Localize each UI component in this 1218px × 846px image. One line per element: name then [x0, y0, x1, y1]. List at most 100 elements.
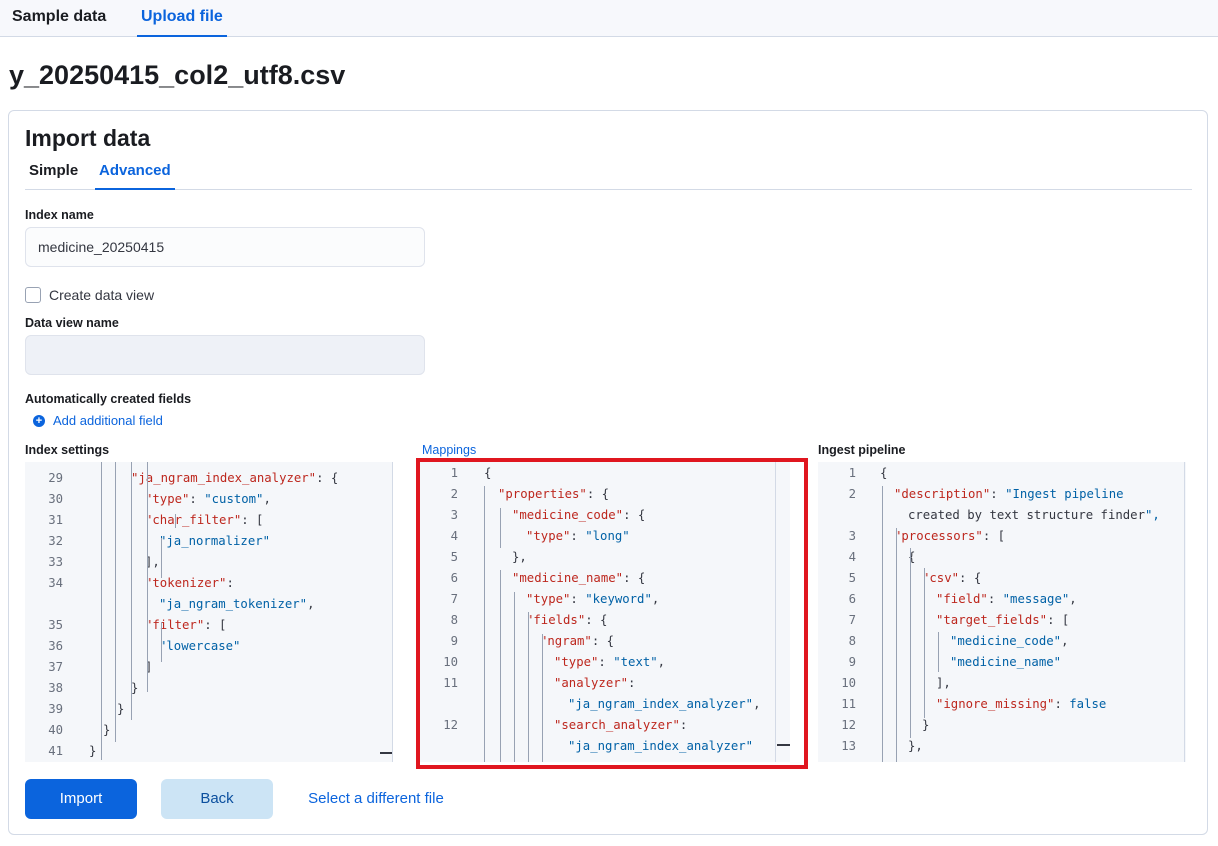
indent-guide	[896, 528, 897, 762]
code-line: 41}	[25, 741, 393, 762]
back-button[interactable]: Back	[161, 779, 273, 819]
line-number: 5	[848, 571, 856, 585]
indent-guide	[924, 568, 925, 718]
create-data-view-label: Create data view	[49, 287, 155, 303]
code-text: "filter": [	[145, 618, 227, 632]
auto-fields-label: Automatically created fields	[25, 392, 192, 406]
line-number: 34	[48, 576, 63, 590]
code-line: 31 "char_filter": [	[25, 510, 393, 531]
code-line: "ja_ngram_tokenizer",	[25, 594, 393, 615]
code-text: },	[908, 739, 923, 753]
line-number: 40	[48, 723, 63, 737]
scrollbar-track[interactable]	[1184, 462, 1185, 762]
indent-guide	[882, 486, 883, 762]
ingest-pipeline-label: Ingest pipeline	[818, 443, 906, 457]
code-line: 37]	[25, 657, 393, 678]
code-line: 39}	[25, 699, 393, 720]
code-text: }	[117, 702, 125, 716]
index-settings-editor[interactable]: 29 "ja_ngram_index_analyzer": {30 "type": …	[25, 462, 393, 762]
line-number: 41	[48, 744, 63, 758]
code-text: "ja_ngram_tokenizer",	[159, 597, 315, 611]
code-line: 29 "ja_ngram_index_analyzer": {	[25, 468, 393, 489]
code-text: }	[89, 744, 97, 758]
code-text: "lowercase"	[159, 639, 241, 653]
index-name-label: Index name	[25, 208, 94, 222]
mappings-highlight-box	[416, 458, 808, 769]
code-line: 34 "tokenizer":	[25, 573, 393, 594]
code-line: created by text structure finder",	[818, 505, 1186, 526]
code-text: created by text structure finder",	[908, 508, 1160, 522]
tab-upload-file[interactable]: Upload file	[137, 0, 227, 37]
index-name-input[interactable]: medicine_20250415	[25, 227, 425, 267]
indent-guide	[938, 632, 939, 672]
line-number: 7	[848, 613, 856, 627]
data-view-name-input[interactable]	[25, 335, 425, 375]
code-text: "type": "custom",	[145, 492, 271, 506]
import-button[interactable]: Import	[25, 779, 137, 819]
line-number: 4	[848, 550, 856, 564]
code-text: "field": "message",	[936, 592, 1077, 606]
code-text: "ja_ngram_index_analyzer": {	[131, 471, 339, 485]
code-text: "csv": {	[922, 571, 982, 585]
code-line: 8 "medicine_code",	[818, 631, 1186, 652]
line-number: 9	[848, 655, 856, 669]
line-number: 33	[48, 555, 63, 569]
indent-guide	[115, 462, 116, 742]
code-line: 10],	[818, 673, 1186, 694]
code-line: 13},	[818, 736, 1186, 757]
code-line: 38}	[25, 678, 393, 699]
code-line: 4{	[818, 547, 1186, 568]
indent-guide	[131, 462, 132, 720]
line-number: 12	[841, 718, 856, 732]
code-line: 32 "ja_normalizer"	[25, 531, 393, 552]
ingest-pipeline-editor[interactable]: 1 {2 "description": "Ingest pipeline create…	[818, 462, 1186, 762]
add-additional-field-button[interactable]: + Add additional field	[33, 413, 163, 428]
code-line: 30 "type": "custom",	[25, 489, 393, 510]
scrollbar-track[interactable]	[392, 462, 393, 762]
indent-guide	[147, 462, 148, 692]
code-text: "medicine_code",	[950, 634, 1069, 648]
code-line: 9 "medicine_name"	[818, 652, 1186, 673]
code-line: 6 "field": "message",	[818, 589, 1186, 610]
indent-guide	[101, 462, 102, 760]
mappings-label: Mappings	[422, 443, 477, 457]
line-number: 8	[848, 634, 856, 648]
line-number: 36	[48, 639, 63, 653]
indent-guide	[175, 514, 176, 528]
code-text: }	[131, 681, 139, 695]
code-line: 11 "ignore_missing": false	[818, 694, 1186, 715]
code-text: }	[103, 723, 111, 737]
select-different-file-link[interactable]: Select a different file	[301, 779, 451, 819]
line-number: 1	[848, 466, 856, 480]
line-number: 38	[48, 681, 63, 695]
tab-sample-data[interactable]: Sample data	[8, 0, 110, 37]
create-data-view-row[interactable]: Create data view	[25, 285, 154, 305]
code-text: "description": "Ingest pipeline	[894, 487, 1124, 501]
code-text: }	[922, 718, 930, 732]
code-line: 2 "description": "Ingest pipeline	[818, 484, 1186, 505]
code-line: 3 "processors": [	[818, 526, 1186, 547]
tab-advanced[interactable]: Advanced	[95, 157, 175, 190]
data-view-name-label: Data view name	[25, 316, 119, 330]
add-field-label: Add additional field	[53, 413, 163, 428]
code-line: 36 "lowercase"	[25, 636, 393, 657]
code-line: 5 "csv": {	[818, 568, 1186, 589]
line-number: 31	[48, 513, 63, 527]
create-data-view-checkbox[interactable]	[25, 287, 41, 303]
import-mode-tabs: Simple Advanced	[25, 157, 1192, 190]
line-number: 39	[48, 702, 63, 716]
code-text: {	[880, 466, 888, 480]
line-number: 3	[848, 529, 856, 543]
code-text: ],	[936, 676, 951, 690]
line-number: 6	[848, 592, 856, 606]
code-text: "tokenizer":	[145, 576, 234, 590]
code-text: "medicine_name"	[950, 655, 1062, 669]
panel-title: Import data	[25, 125, 151, 151]
plus-circle-icon: +	[33, 414, 45, 427]
tab-simple[interactable]: Simple	[25, 157, 82, 190]
code-text: "char_filter": [	[145, 513, 264, 527]
line-number: 13	[841, 739, 856, 753]
code-line: 12}	[818, 715, 1186, 736]
code-line: 35 "filter": [	[25, 615, 393, 636]
line-number: 10	[841, 676, 856, 690]
